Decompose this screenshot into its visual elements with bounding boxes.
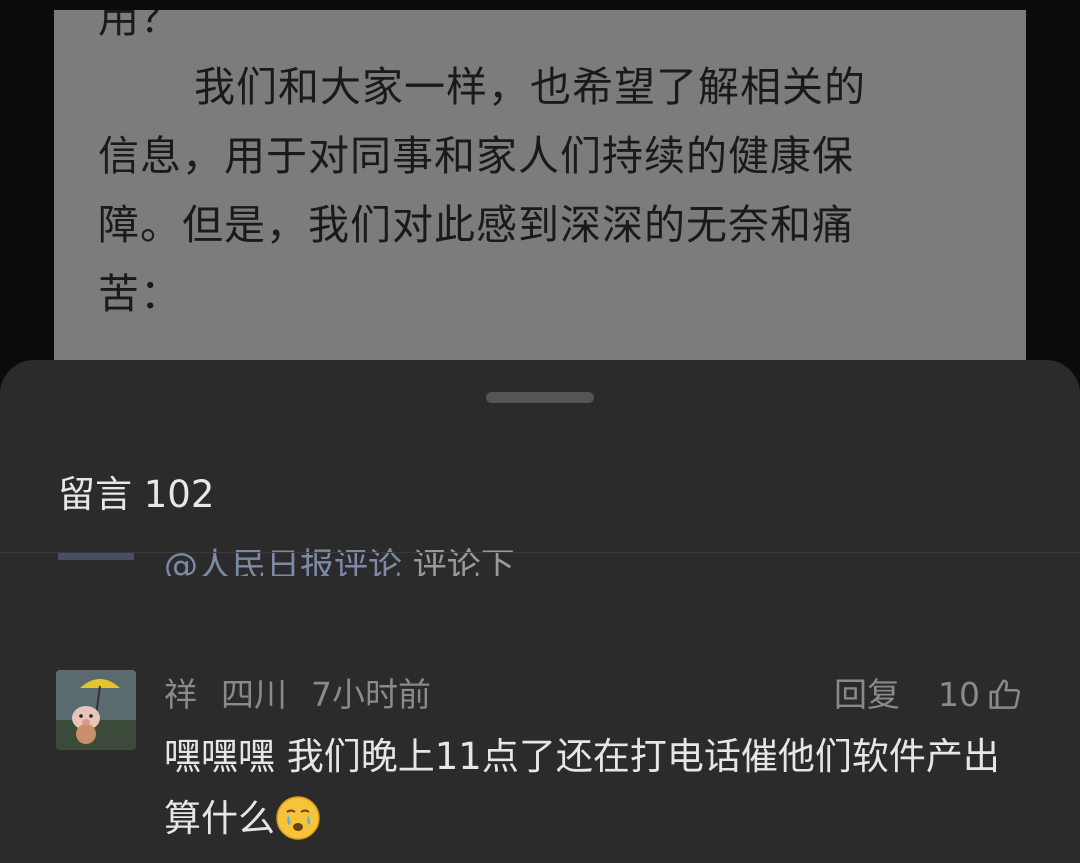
like-count[interactable]: 10 [938, 673, 980, 717]
sheet-drag-handle[interactable] [486, 392, 594, 403]
comment-text: 嘿嘿嘿 我们晚上11点了还在打电话催他们软件产出算什么 [164, 726, 1024, 850]
comments-title: 留言 102 [58, 473, 215, 516]
comments-sheet: 留言 102 @人民日报评论 评论下 祥四川 7小时前 回复 10 嘿嘿嘿 我们… [0, 360, 1080, 863]
avatar[interactable] [56, 670, 136, 750]
comment-location: 四川 [221, 675, 287, 714]
comment-time: 7小时前 [311, 675, 431, 714]
thumbs-up-icon[interactable] [986, 676, 1024, 714]
comment-username[interactable]: 祥 [164, 675, 197, 714]
divider [0, 552, 1080, 553]
mention-link[interactable]: @人民日报评论 [164, 546, 402, 576]
article-line: 障。但是，我们对此感到深深的无奈和痛 [98, 201, 854, 249]
avatar-pig-umbrella-icon [56, 670, 136, 750]
crying-emoji-icon [275, 795, 321, 841]
previous-comment-partial: @人民日报评论 评论下 [164, 546, 515, 576]
reply-button[interactable]: 回复 [834, 673, 900, 717]
article-line: 苦： [98, 270, 182, 318]
article-content: 用？ 我们和大家一样，也希望了解相关的 信息，用于对同事和家人们持续的健康保 障… [54, 10, 1026, 370]
comment-meta: 祥四川 7小时前 [164, 673, 455, 717]
article-text: 用？ 我们和大家一样，也希望了解相关的 信息，用于对同事和家人们持续的健康保 障… [98, 10, 978, 329]
previous-comment-text: 评论下 [402, 546, 515, 576]
comment-actions: 回复 10 [834, 673, 1024, 717]
previous-comment-avatar[interactable] [58, 552, 134, 560]
article-line: 用？ [98, 10, 182, 42]
article-line: 我们和大家一样，也希望了解相关的 [194, 63, 866, 111]
article-line: 信息，用于对同事和家人们持续的健康保 [98, 132, 854, 180]
